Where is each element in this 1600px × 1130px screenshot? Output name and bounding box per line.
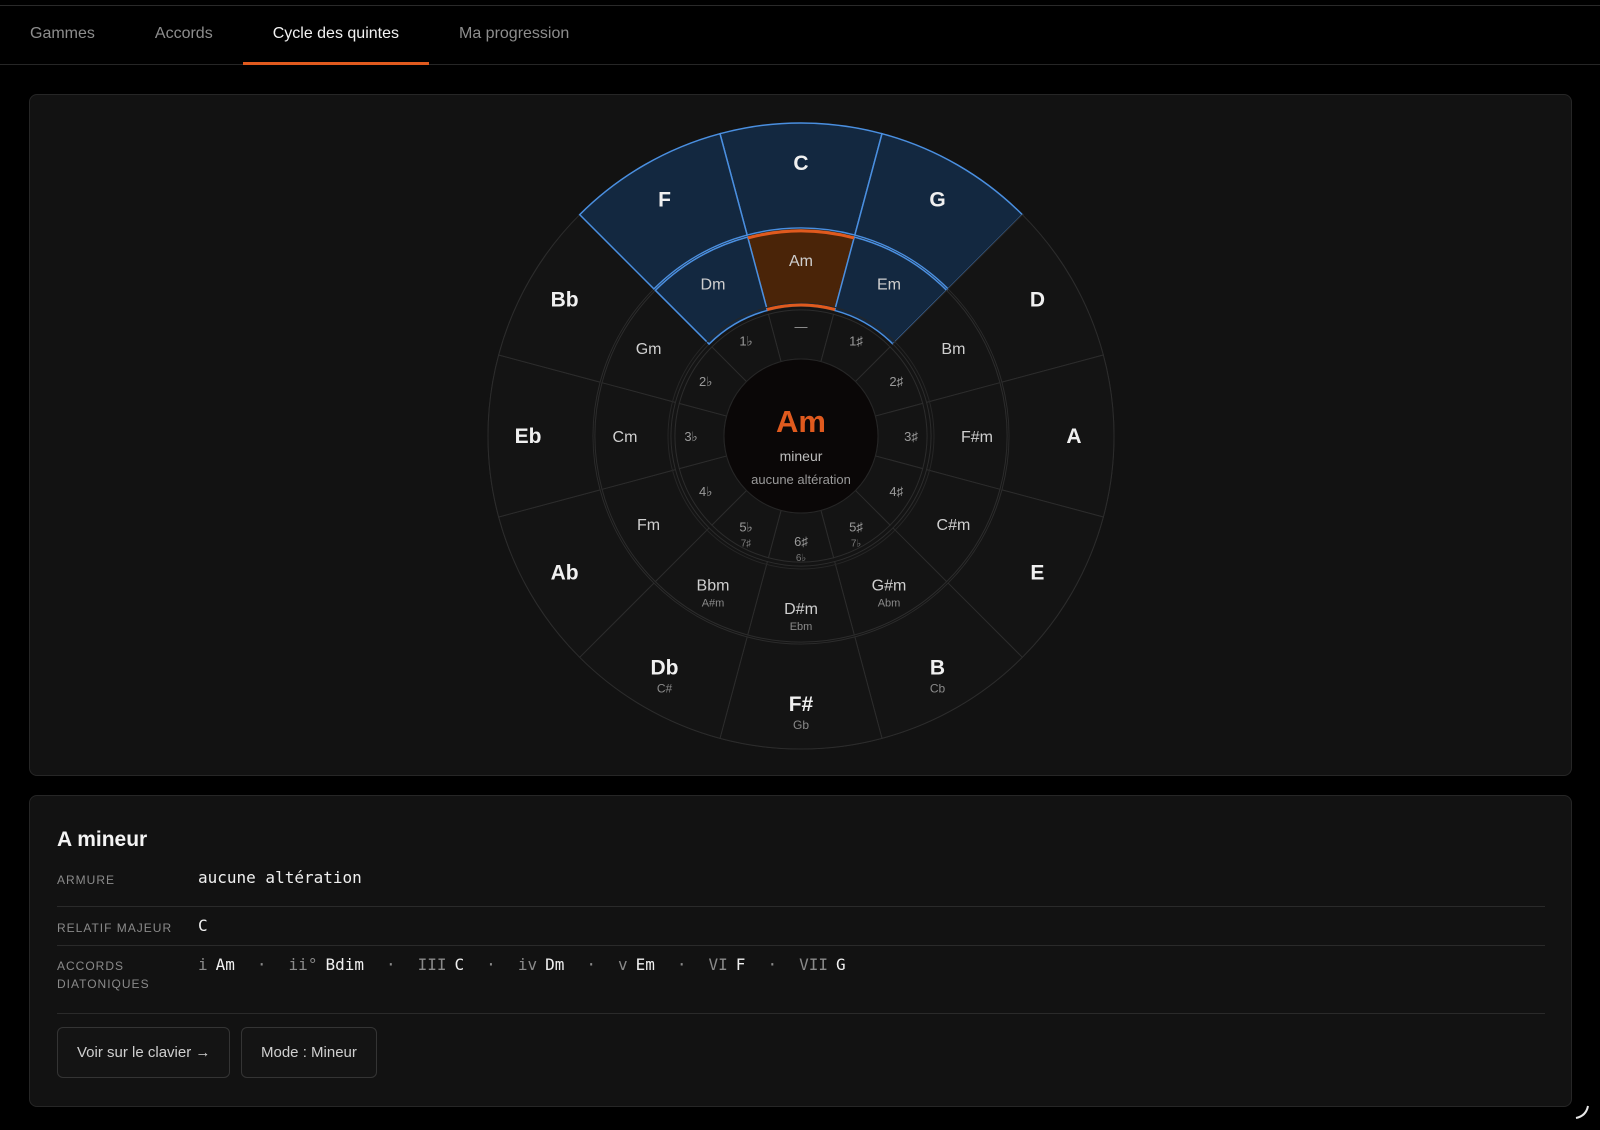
diatonic-chord[interactable]: VI F · bbox=[709, 955, 800, 974]
key-info-panel: A mineur ARMURE aucune altération RELATI… bbox=[29, 795, 1572, 1107]
signature-label: 3♯ bbox=[904, 429, 918, 444]
chord-name: F bbox=[735, 955, 746, 974]
diatonic-chord[interactable]: iv Dm · bbox=[518, 955, 618, 974]
diatonic-chord[interactable]: ii° Bdim · bbox=[289, 955, 418, 974]
armure-row: ARMURE aucune altération bbox=[57, 868, 1545, 907]
signature-label: — bbox=[795, 319, 808, 334]
major-key-label: Db bbox=[651, 656, 679, 679]
diatonic-chord[interactable]: VII G bbox=[799, 955, 846, 974]
major-segment[interactable] bbox=[719, 122, 883, 237]
key-title: A mineur bbox=[57, 828, 148, 851]
diatonic-chord[interactable]: i Am · bbox=[198, 955, 289, 974]
minor-key-enharmonic: Ebm bbox=[790, 621, 813, 633]
chord-name: Dm bbox=[545, 955, 565, 974]
major-key-label: Eb bbox=[515, 425, 542, 448]
signature-label: 1♭ bbox=[739, 334, 752, 349]
chord-separator: · bbox=[385, 955, 396, 974]
major-key-label: A bbox=[1066, 425, 1081, 448]
accords-label: ACCORDS DIATONIQUES bbox=[57, 959, 150, 991]
chord-name: G bbox=[835, 955, 846, 974]
center-key-mode: mineur bbox=[780, 448, 823, 464]
signature-label: 5♭ bbox=[739, 519, 752, 534]
diatonic-chord[interactable]: III C · bbox=[418, 955, 518, 974]
minor-key-label: G#m bbox=[872, 577, 907, 594]
chord-degree: ii° bbox=[288, 955, 318, 974]
signature-label: 2♯ bbox=[889, 374, 903, 389]
minor-key-label: Bm bbox=[941, 341, 965, 358]
minor-key-label: Bbm bbox=[697, 577, 730, 594]
minor-key-label: F#m bbox=[961, 429, 993, 446]
tab-gammes[interactable]: Gammes bbox=[0, 6, 125, 64]
circle-of-fifths-wheel: C G D A E B Cb F# Gb Db C# Ab Eb Bb F Am Em Bm F#m C#m G#m Ab… bbox=[487, 122, 1115, 750]
armure-value: aucune altération bbox=[198, 868, 362, 887]
major-key-enharmonic: Gb bbox=[793, 718, 809, 732]
tab-bar: Gammes Accords Cycle des quintes Ma prog… bbox=[0, 6, 1600, 65]
chord-degree: VII bbox=[799, 955, 828, 974]
minor-key-label: C#m bbox=[937, 517, 971, 534]
chord-separator: · bbox=[676, 955, 687, 974]
major-key-enharmonic: Cb bbox=[930, 681, 946, 695]
signature-alt-label: 7♯ bbox=[741, 538, 752, 549]
chord-degree: v bbox=[617, 955, 628, 974]
chord-degree: i bbox=[198, 955, 208, 974]
major-key-enharmonic: C# bbox=[657, 681, 673, 695]
view-on-keyboard-button[interactable]: Voir sur le clavier → bbox=[57, 1027, 231, 1078]
major-key-label: C bbox=[793, 152, 808, 175]
chord-separator: · bbox=[256, 955, 267, 974]
signature-label: 4♭ bbox=[699, 484, 712, 499]
chord-name: Bdim bbox=[325, 955, 364, 974]
center-key-signature: aucune altération bbox=[751, 472, 851, 487]
minor-key-label: Fm bbox=[637, 517, 660, 534]
minor-key-label: Dm bbox=[701, 277, 726, 294]
minor-key-label: Am bbox=[789, 253, 813, 270]
signature-label: 1♯ bbox=[849, 334, 863, 349]
chord-name: Em bbox=[635, 955, 655, 974]
armure-label: ARMURE bbox=[57, 873, 116, 887]
major-key-label: Ab bbox=[551, 562, 579, 585]
relatif-value: C bbox=[198, 916, 208, 935]
chord-name: Am bbox=[215, 955, 235, 974]
tab-cycle-des-quintes[interactable]: Cycle des quintes bbox=[242, 6, 430, 65]
minor-key-label: Cm bbox=[613, 429, 638, 446]
tab-ma-progression[interactable]: Ma progression bbox=[429, 6, 599, 64]
center-key-title: Am bbox=[776, 404, 826, 439]
signature-label: 5♯ bbox=[849, 519, 863, 534]
accords-row: ACCORDS DIATONIQUES i Am · ii° Bdim · III C · iv D… bbox=[57, 946, 1545, 1014]
chord-separator: · bbox=[586, 955, 596, 974]
major-key-label: E bbox=[1030, 562, 1044, 585]
relatif-label: RELATIF MAJEUR bbox=[57, 921, 173, 935]
signature-alt-label: 6♭ bbox=[796, 553, 807, 564]
diatonic-chord[interactable]: v Em · bbox=[618, 955, 709, 974]
signature-label: 3♭ bbox=[684, 429, 697, 444]
minor-key-label: Gm bbox=[636, 341, 662, 358]
signature-label: 6♯ bbox=[794, 534, 808, 549]
tab-accords[interactable]: Accords bbox=[125, 6, 243, 64]
major-key-label: B bbox=[930, 656, 945, 679]
signature-alt-label: 7♭ bbox=[851, 538, 862, 549]
chord-degree: VI bbox=[708, 955, 728, 974]
signature-label: 4♯ bbox=[889, 484, 903, 499]
chord-name: C bbox=[454, 955, 465, 974]
signature-label: 2♭ bbox=[699, 374, 712, 389]
major-segment[interactable] bbox=[487, 354, 601, 518]
resize-handle-icon[interactable] bbox=[1572, 1102, 1592, 1122]
major-key-label: G bbox=[929, 189, 945, 212]
chord-degree: iv bbox=[517, 955, 538, 974]
major-key-label: F# bbox=[789, 693, 814, 716]
major-segment[interactable] bbox=[1001, 354, 1115, 518]
minor-key-enharmonic: Abm bbox=[878, 597, 901, 609]
chord-separator: · bbox=[767, 955, 778, 974]
minor-key-label: Em bbox=[877, 277, 901, 294]
chord-degree: III bbox=[417, 955, 447, 974]
diatonic-chords-list: i Am · ii° Bdim · III C · iv Dm · v Em · VI F · VII G bbox=[198, 955, 846, 974]
major-key-label: Bb bbox=[551, 289, 579, 312]
circle-of-fifths-card: C G D A E B Cb F# Gb Db C# Ab Eb Bb F Am Em Bm F#m C#m G#m Ab… bbox=[29, 94, 1572, 776]
relatif-row: RELATIF MAJEUR C bbox=[57, 907, 1545, 946]
mode-toggle-button[interactable]: Mode : Mineur bbox=[241, 1027, 377, 1078]
minor-key-label: D#m bbox=[784, 601, 818, 618]
minor-key-enharmonic: A#m bbox=[702, 597, 725, 609]
major-key-label: F bbox=[658, 189, 671, 212]
chord-separator: · bbox=[486, 955, 496, 974]
major-key-label: D bbox=[1030, 289, 1045, 312]
